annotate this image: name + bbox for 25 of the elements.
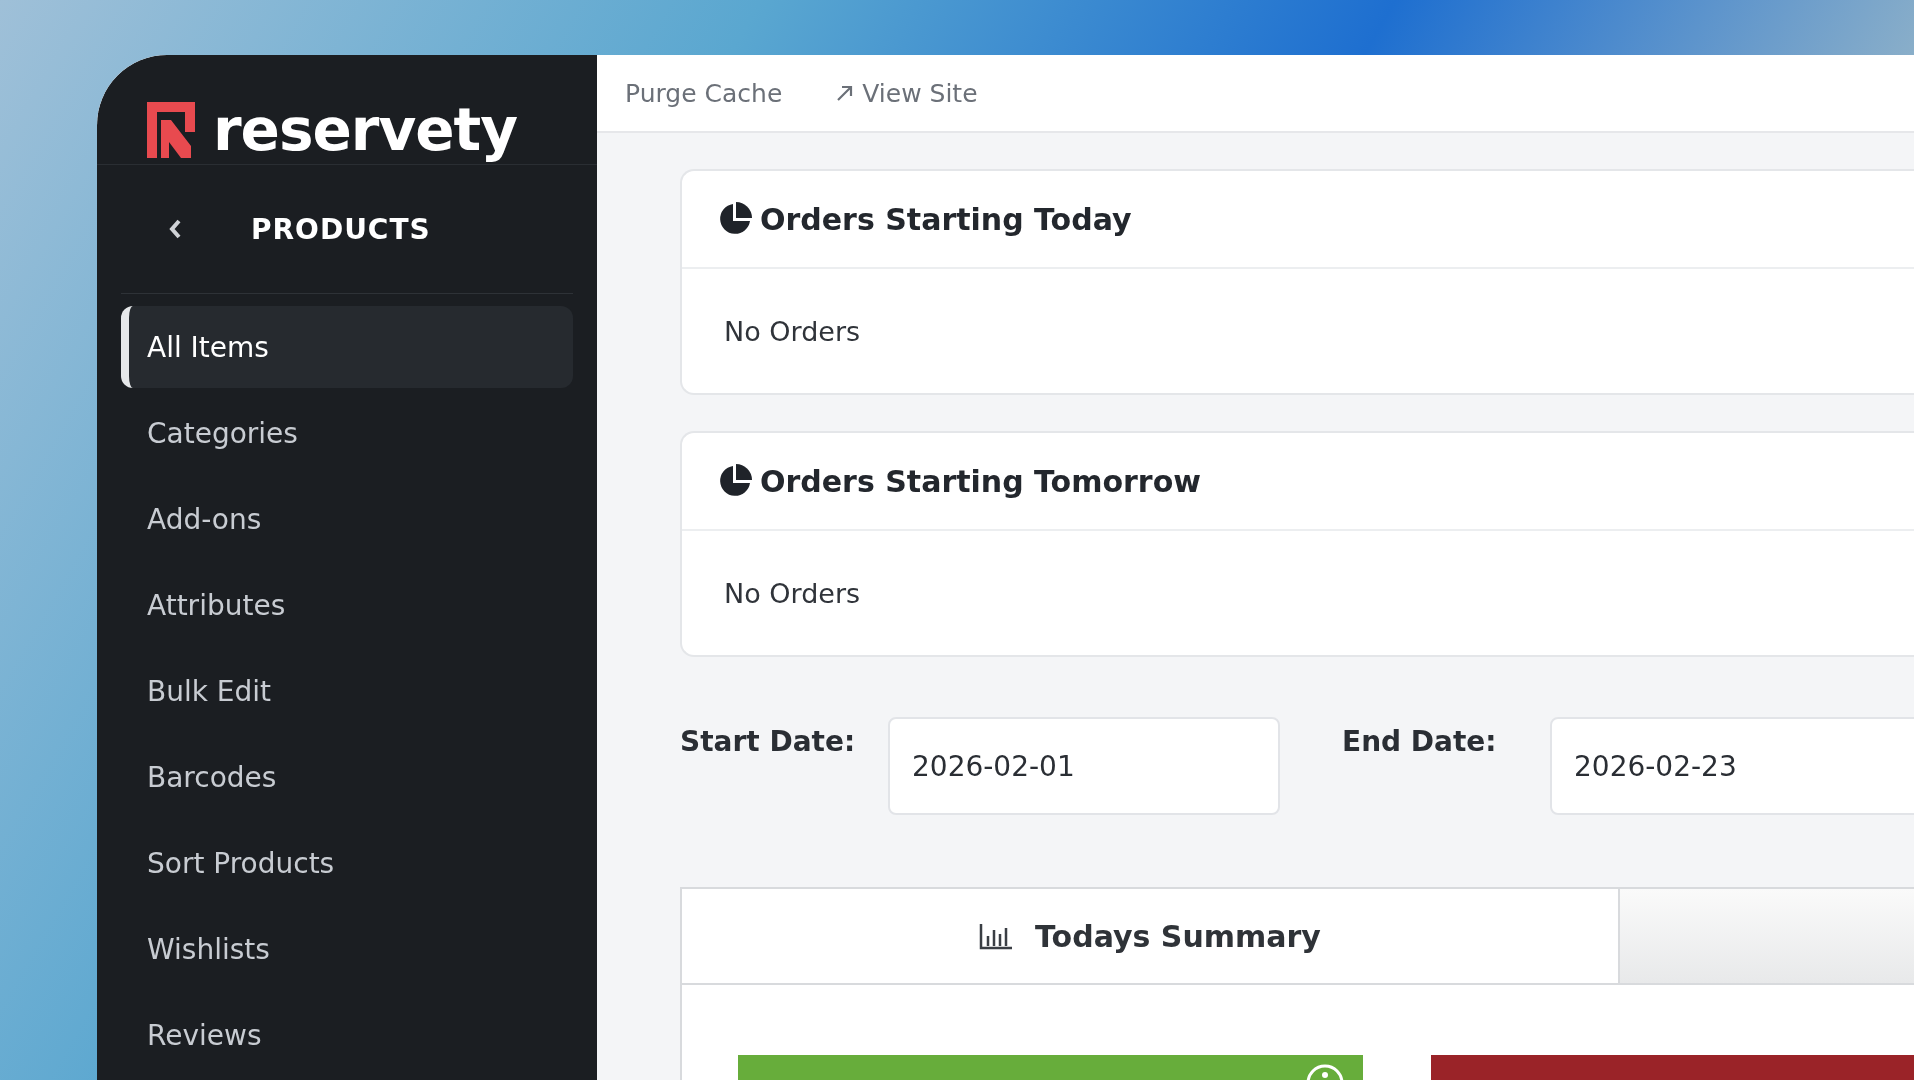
pie-chart-icon <box>718 464 752 498</box>
sidebar-item[interactable]: Add-ons <box>121 478 573 560</box>
external-arrow-icon <box>836 84 855 102</box>
back-chevron-icon[interactable] <box>169 219 181 239</box>
sidebar-item[interactable]: Sort Products <box>121 822 573 904</box>
sidebar-item[interactable]: Categories <box>121 392 573 474</box>
date-label: Start Date: <box>680 724 857 758</box>
sidebar-item[interactable]: Reviews <box>121 994 573 1076</box>
bar-chart-icon <box>979 922 1014 950</box>
pie-chart-icon <box>718 202 752 236</box>
empty-message: No Orders <box>723 314 862 349</box>
sidebar-item[interactable]: All Items <box>121 306 573 388</box>
sidebar-item[interactable]: Barcodes <box>121 736 573 818</box>
sidebar-item[interactable]: Bulk Edit <box>121 650 573 732</box>
date-input[interactable]: 2026-02-23 <box>1550 717 1914 815</box>
card-title: Orders Starting Today <box>760 201 1132 237</box>
card-title: Orders Starting Tomorrow <box>760 463 1201 499</box>
top-bar-link[interactable]: Purge Cache <box>625 78 783 108</box>
sidebar-item[interactable]: Wishlists <box>121 908 573 990</box>
sidebar-item[interactable]: Attributes <box>121 564 573 646</box>
top-bar-link[interactable]: View Site <box>836 78 978 108</box>
section-title: PRODUCTS <box>251 212 431 246</box>
date-label: End Date: <box>1342 724 1498 758</box>
empty-message: No Orders <box>723 576 862 611</box>
date-input[interactable]: 2026-02-01 <box>888 717 1280 815</box>
